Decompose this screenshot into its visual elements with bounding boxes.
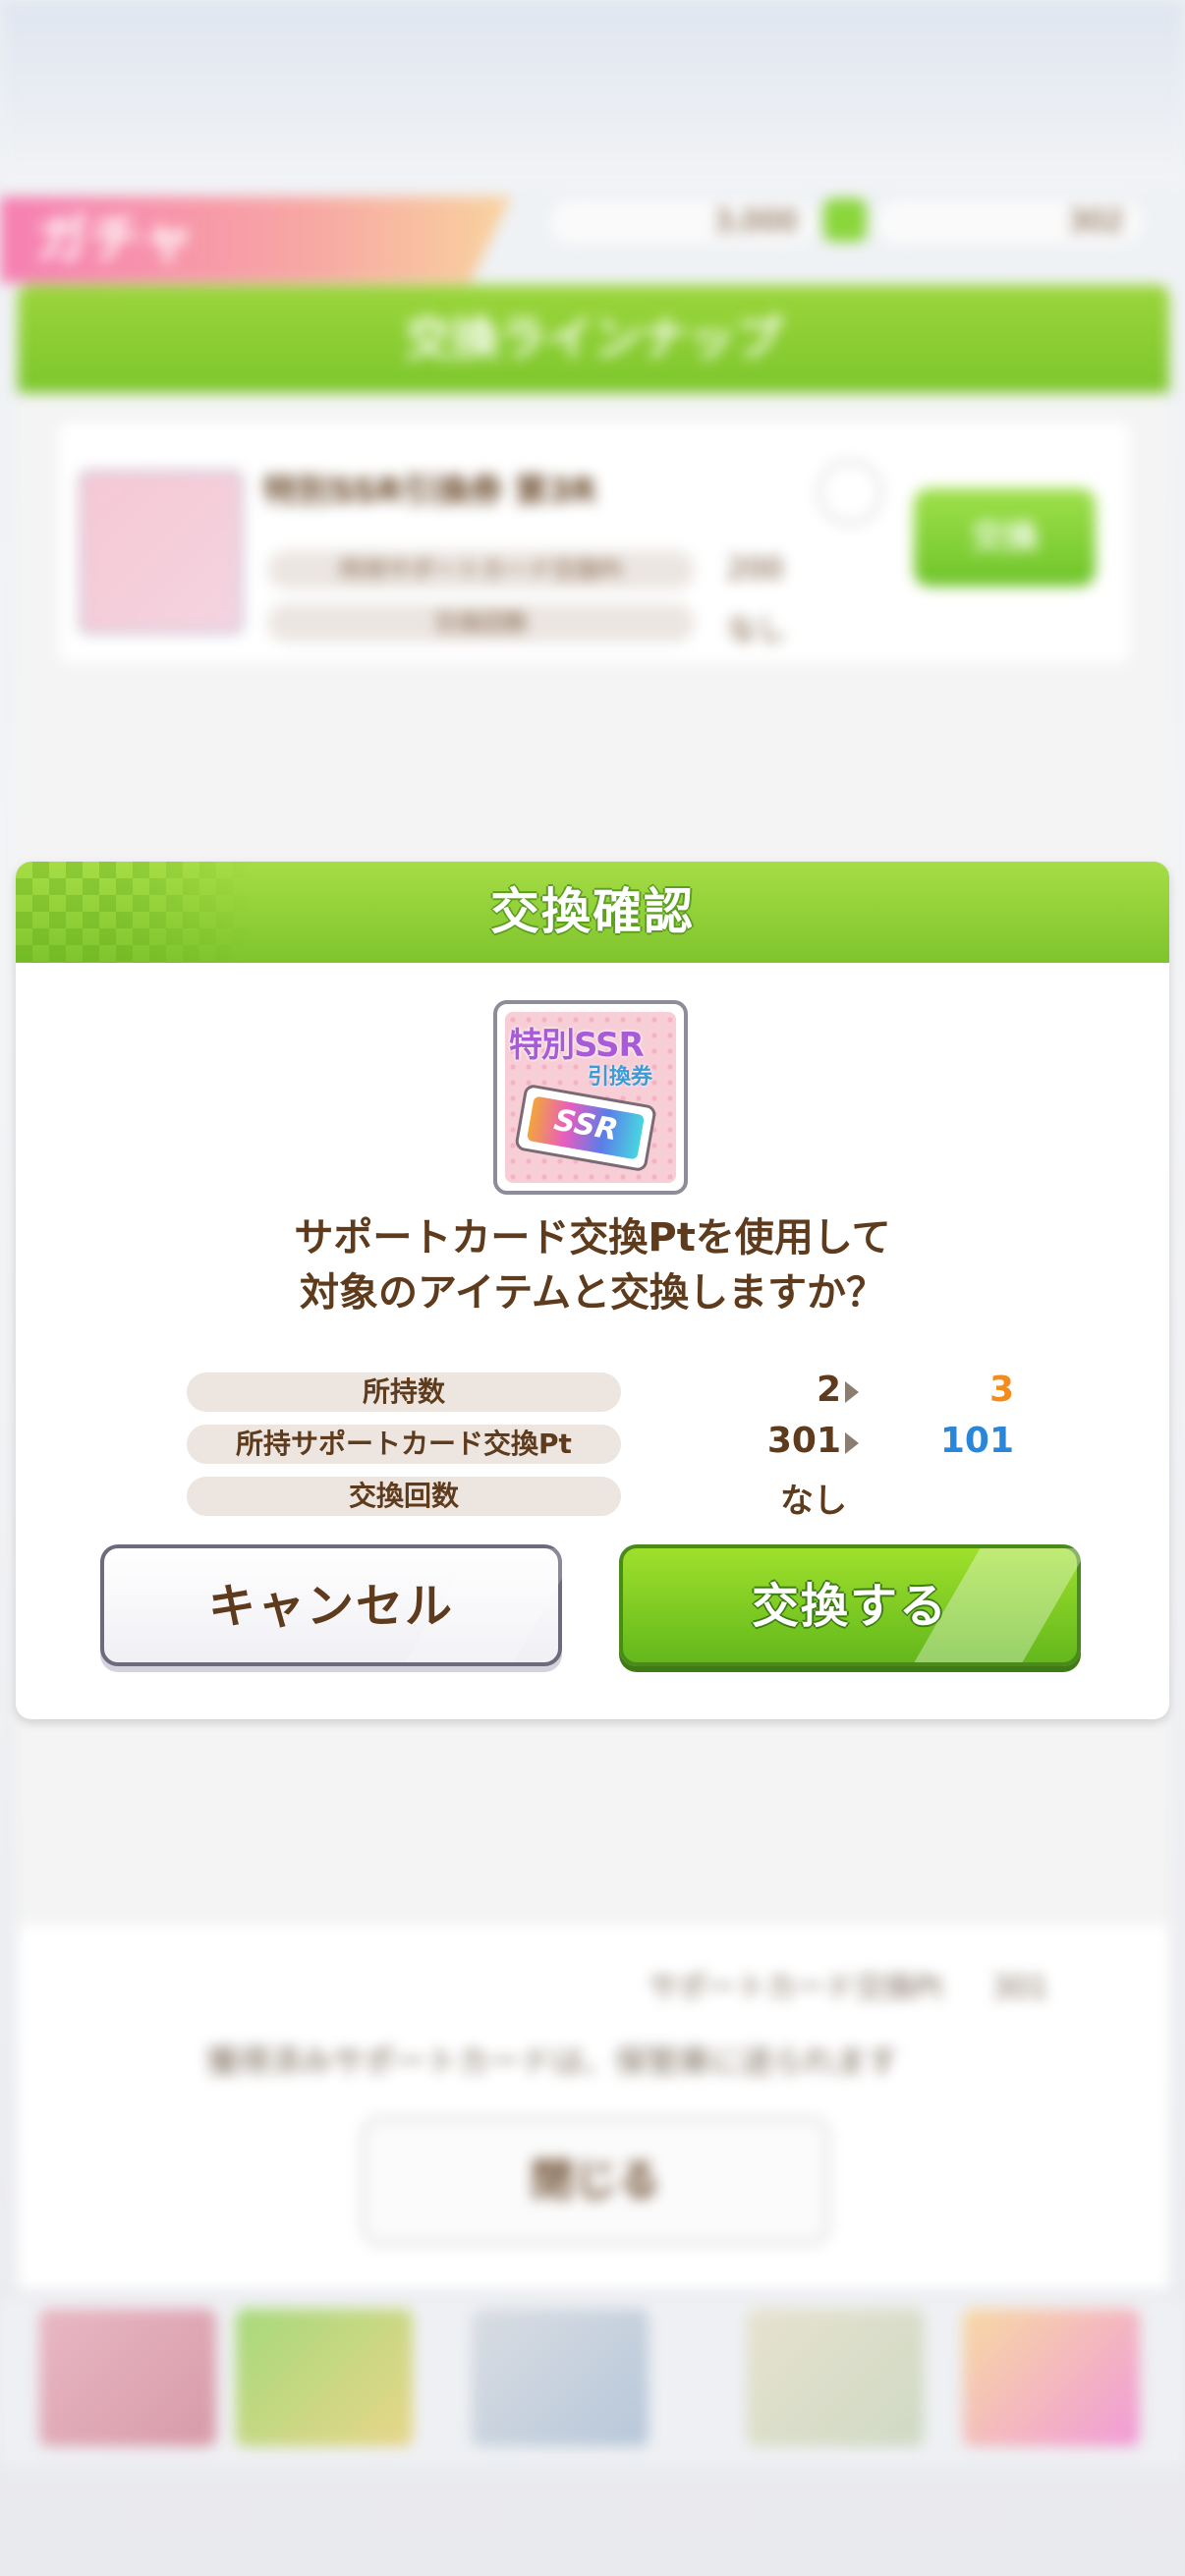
arrow-right-icon	[845, 1432, 859, 1454]
question-line-2: 対象のアイテムと交換しますか？	[300, 1270, 885, 1316]
gacha-tab: ガチャ	[0, 196, 511, 283]
lineup-item-thumbnail	[79, 470, 244, 635]
ticket-icon-subtitle: 引換券	[588, 1065, 653, 1090]
arrow-right-icon	[845, 1381, 859, 1403]
add-currency-button	[823, 198, 867, 242]
confirm-question: サポートカード交換Ptを使用して 対象のアイテムと交換しますか？	[16, 1210, 1169, 1320]
close-button: 閉じる	[362, 2117, 829, 2245]
lineup-row-label: 所持サポートカード交換Pt	[267, 550, 695, 589]
ticket-graphic-label: SSR	[526, 1095, 646, 1160]
lineup-item-name: 特別SSR引換券 第3R	[263, 472, 597, 511]
currency-display-1: 3,000	[550, 200, 816, 244]
confirm-button-label: 交換する	[751, 1579, 948, 1634]
cancel-button[interactable]: キャンセル	[100, 1544, 580, 1666]
confirm-exchange-button[interactable]: 交換する	[619, 1544, 1089, 1666]
exchange-pt-label: 所持サポートカード交換Pt	[187, 1425, 621, 1464]
nav-item	[236, 2309, 413, 2446]
nav-item	[39, 2309, 216, 2446]
owned-count-after: 3	[988, 1370, 1014, 1410]
pt-summary-label: サポートカード交換Pt	[649, 1971, 943, 2005]
ssr-ticket-icon: 特別SSR 引換券 SSR	[493, 1000, 688, 1195]
exchange-count-label: 交換回数	[187, 1477, 621, 1516]
exchange-confirm-dialog: 交換確認 特別SSR 引換券 SSR サポートカード交換Ptを使用して 対象のア…	[16, 862, 1169, 1719]
top-strip	[0, 0, 1185, 187]
nav-item	[963, 2309, 1140, 2446]
pt-summary: サポートカード交換Pt 301	[649, 1963, 1048, 2006]
question-line-1: サポートカード交換Ptを使用して	[294, 1215, 891, 1260]
lineup-title: 交換ラインナップ	[18, 285, 1169, 393]
lineup-row-value: 200	[727, 552, 784, 587]
lineup-row-label: 交換回数	[267, 603, 695, 643]
currency-display-2: 302	[876, 200, 1142, 244]
nav-item	[747, 2309, 924, 2446]
dialog-title: 交換確認	[490, 883, 695, 940]
storage-note: 獲得済みサポートカードは、保管庫に送られます	[206, 2043, 899, 2080]
cancel-button-label: キャンセル	[207, 1579, 454, 1634]
pt-summary-value: 301	[991, 1971, 1048, 2005]
exchange-pt-before: 301	[766, 1421, 841, 1461]
info-icon	[818, 460, 882, 525]
owned-count-before: 2	[816, 1370, 841, 1410]
dialog-header: 交換確認	[16, 862, 1169, 963]
lineup-row-value: なし	[727, 613, 786, 647]
exchange-count-value: なし	[780, 1482, 847, 1521]
nav-item	[472, 2309, 649, 2446]
owned-count-label: 所持数	[187, 1372, 621, 1412]
exchange-pt-after: 101	[939, 1421, 1014, 1461]
lineup-exchange-button: 交換	[914, 488, 1096, 587]
